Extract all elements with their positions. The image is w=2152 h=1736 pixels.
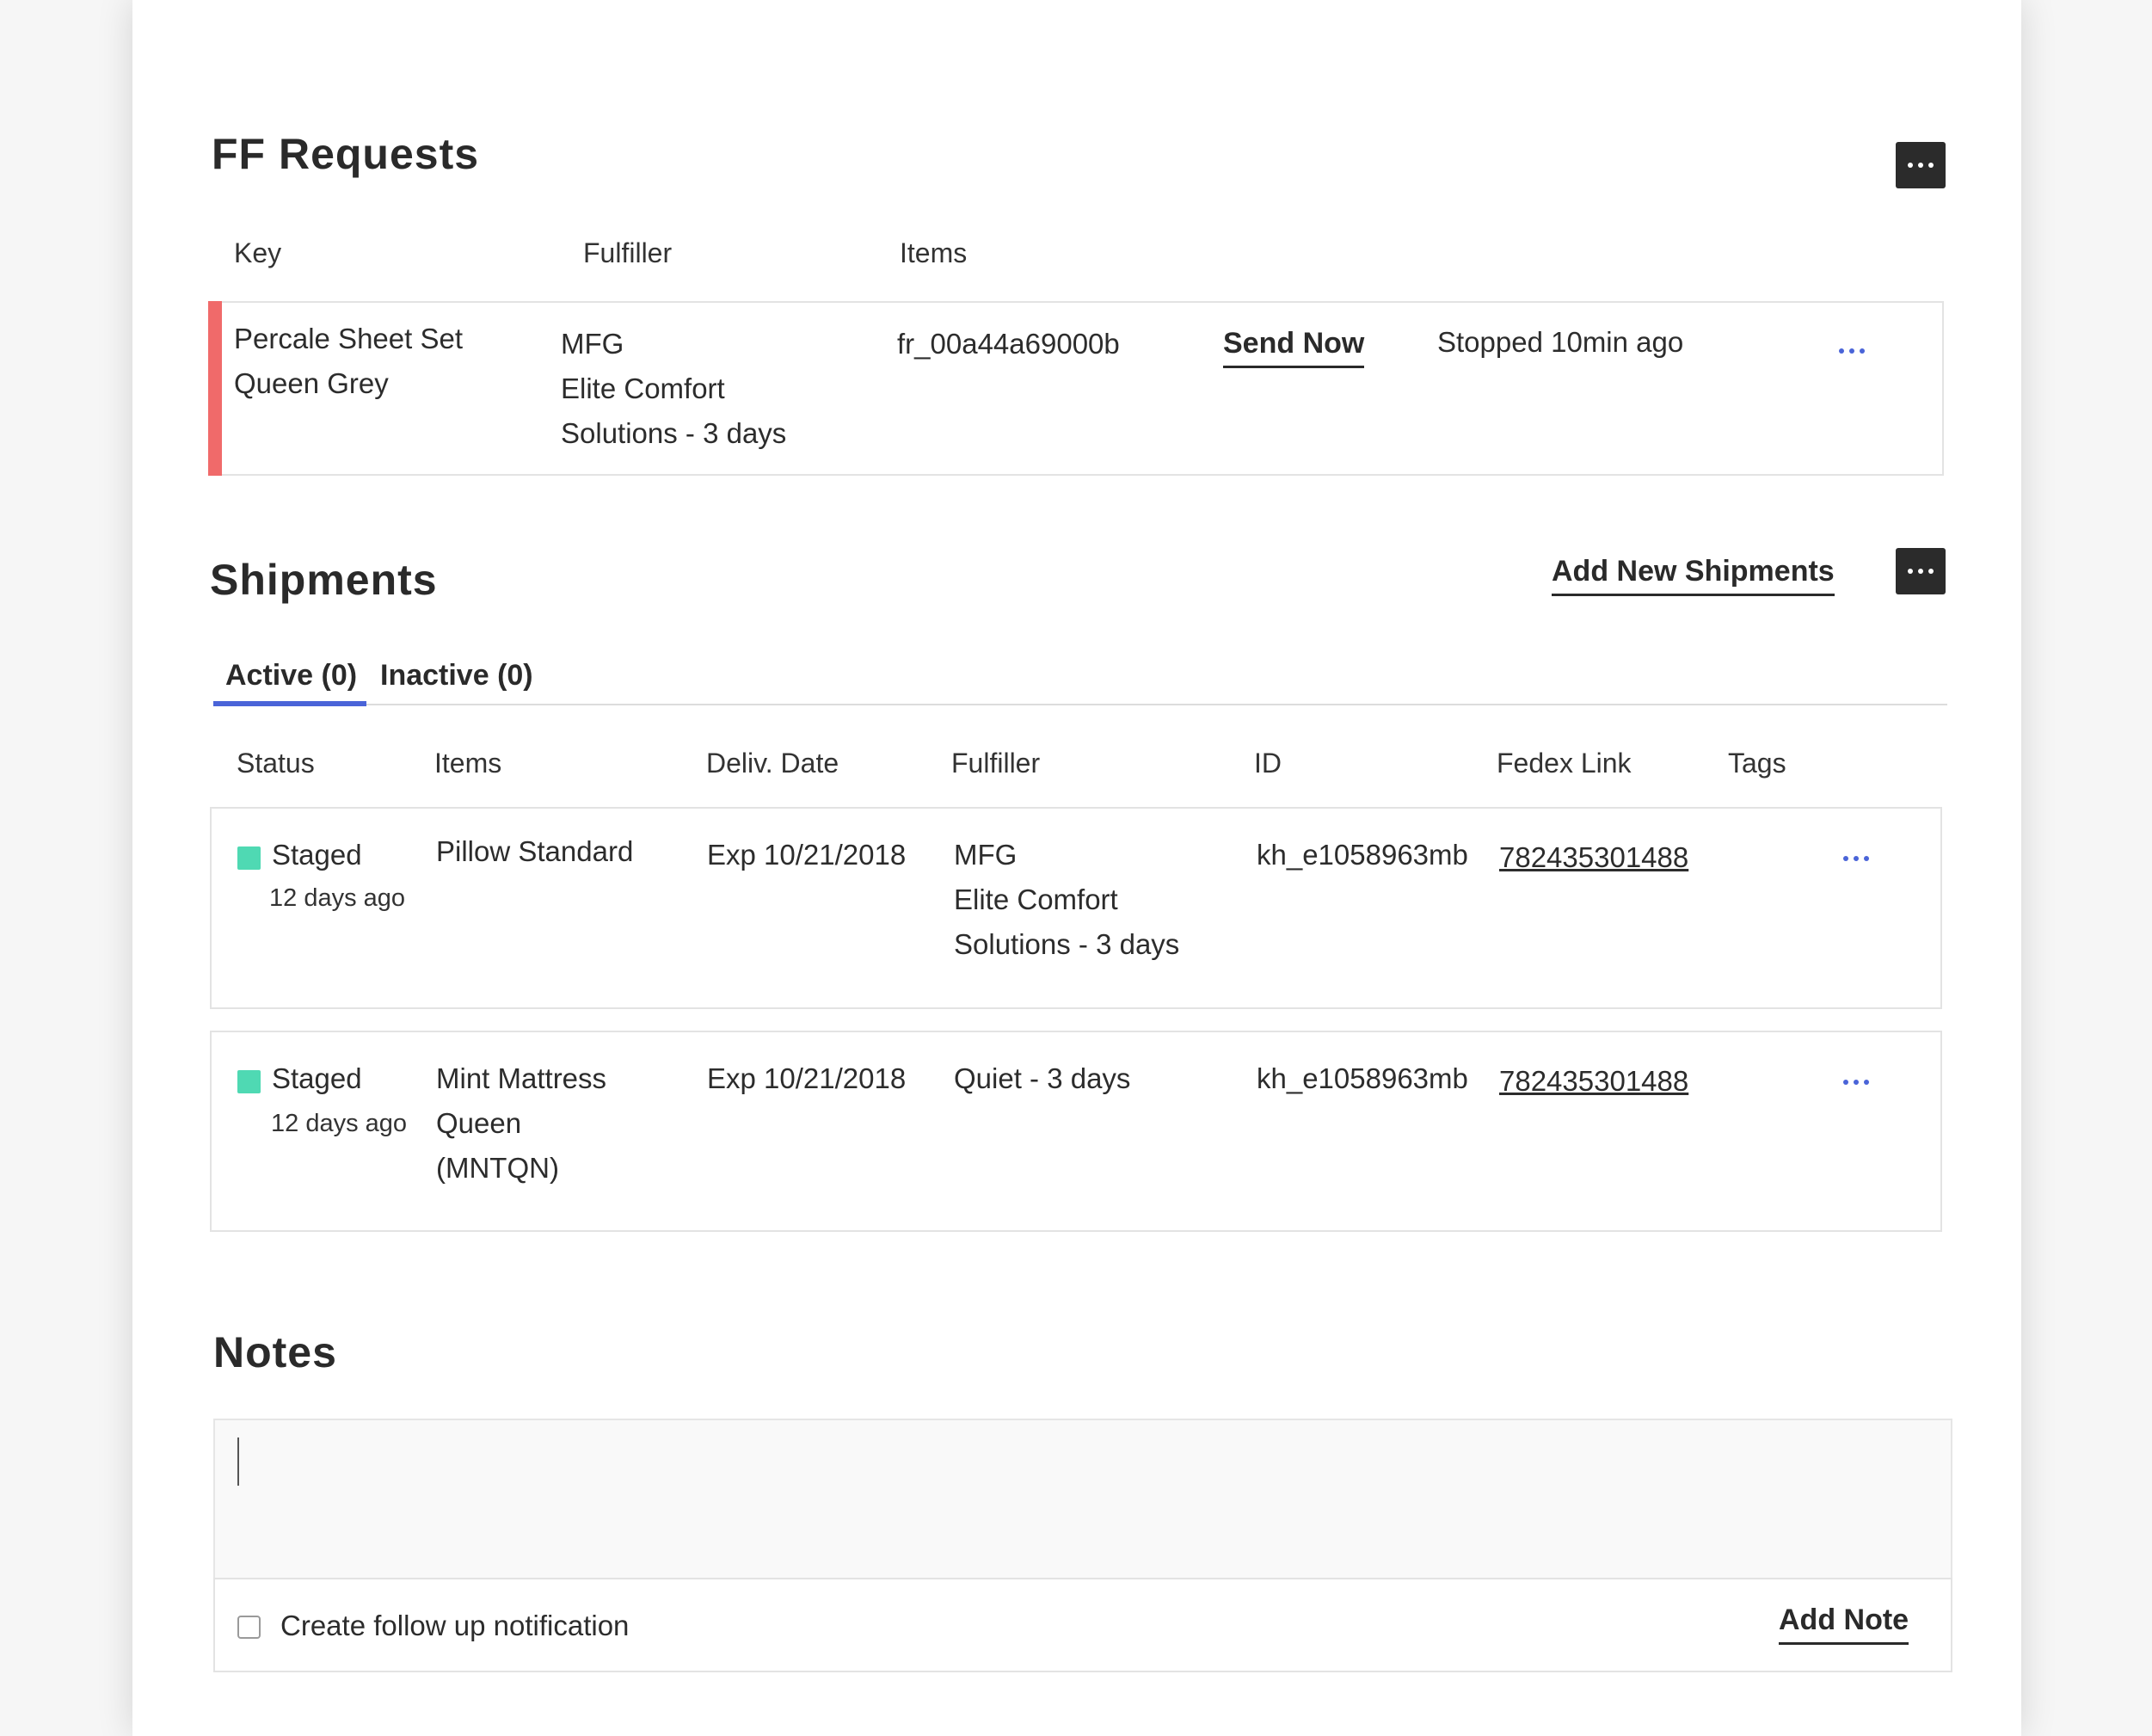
shipment-id: kh_e1058963mb [1257,839,1468,871]
add-new-shipments-button[interactable]: Add New Shipments [1552,555,1835,596]
content-panel: FF Requests Key Fulfiller Items Percale … [132,0,2021,1736]
fedex-tracking-link[interactable]: 782435301488 [1499,1065,1688,1098]
ff-key-line1: Percale Sheet Set [234,323,463,354]
shipment-fulfiller-line2: Elite Comfort [954,883,1118,915]
col-deliv-date: Deliv. Date [706,748,839,779]
shipment-age: 12 days ago [269,884,406,912]
followup-label: Create follow up notification [280,1610,630,1641]
notes-footer: Create follow up notification Add Note [213,1578,1952,1672]
shipment-row-more-icon[interactable] [1843,1080,1869,1085]
shipment-deliv-date: Exp 10/21/2018 [707,1062,907,1094]
ff-items-id: fr_00a44a69000b [897,328,1120,360]
notes-title: Notes [213,1328,337,1376]
more-dots-icon [1908,569,1913,574]
ff-fulfiller-line3: Solutions - 3 days [561,417,787,449]
col-fulfiller: Fulfiller [583,237,673,268]
fedex-tracking-link[interactable]: 782435301488 [1499,841,1688,874]
shipment-fulfiller-line1: Quiet - 3 days [954,1062,1131,1094]
shipment-row-more-icon[interactable] [1843,856,1869,861]
shipment-fulfiller-line3: Solutions - 3 days [954,928,1180,960]
ff-requests-more-button[interactable] [1896,142,1946,188]
send-now-button[interactable]: Send Now [1223,327,1365,368]
followup-checkbox[interactable] [237,1616,261,1639]
active-tab-indicator [213,701,366,706]
status-square-icon [237,1070,261,1093]
tabs-divider [213,704,1947,705]
ff-fulfiller-line1: MFG [561,328,624,360]
col-id: ID [1254,748,1282,779]
shipment-fulfiller-line1: MFG [954,839,1018,871]
notes-textarea[interactable] [213,1419,1952,1579]
ff-status-text: Stopped 10min ago [1437,326,1684,358]
ff-request-row: Percale Sheet Set Queen Grey MFG Elite C… [208,301,1944,476]
col-fedex-link: Fedex Link [1497,748,1632,779]
col-key: Key [234,237,282,268]
add-note-button[interactable]: Add Note [1779,1604,1909,1645]
tab-inactive[interactable]: Inactive (0) [380,659,533,693]
ff-row-more-icon[interactable] [1839,348,1865,354]
shipment-id: kh_e1058963mb [1257,1062,1468,1094]
shipment-age: 12 days ago [271,1110,408,1137]
shipment-status: Staged [272,839,362,871]
tab-active[interactable]: Active (0) [225,659,357,693]
shipment-item-line3: (MNTQN) [436,1152,559,1184]
shipment-deliv-date: Exp 10/21/2018 [707,839,907,871]
col-tags: Tags [1728,748,1786,779]
shipment-status: Staged [272,1062,362,1094]
ff-requests-title: FF Requests [212,130,480,178]
shipment-item-line1: Pillow Standard [436,835,634,867]
ff-fulfiller-line2: Elite Comfort [561,372,725,404]
shipment-row: Staged 12 days ago Mint Mattress Queen (… [210,1031,1942,1232]
text-cursor [237,1437,239,1486]
shipments-title: Shipments [210,556,438,604]
shipment-item-line1: Mint Mattress [436,1062,607,1094]
shipment-item-line2: Queen [436,1107,522,1139]
shipment-row: Staged 12 days ago Pillow Standard Exp 1… [210,807,1942,1009]
col-fulfiller: Fulfiller [951,748,1041,779]
col-items: Items [434,748,502,779]
shipments-more-button[interactable] [1896,548,1946,594]
more-dots-icon [1908,163,1913,168]
status-square-icon [237,846,261,870]
col-status: Status [237,748,315,779]
ff-key-line2: Queen Grey [234,367,389,399]
col-items: Items [900,237,968,268]
row-accent-bar [208,301,222,476]
